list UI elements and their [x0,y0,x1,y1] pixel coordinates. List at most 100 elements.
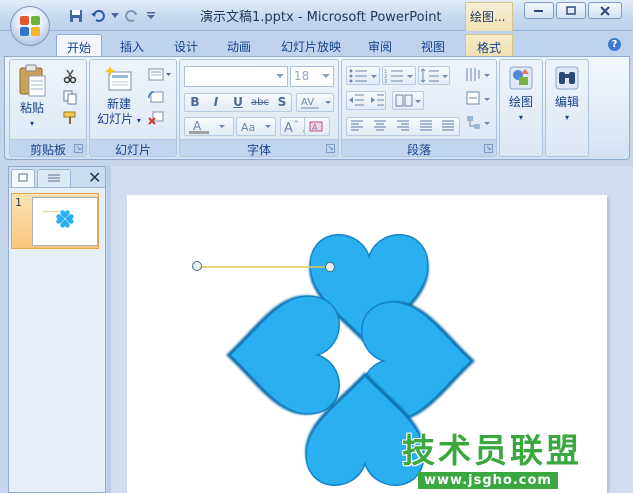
numbering-button[interactable]: 123 [382,66,416,85]
maximize-button[interactable] [556,2,586,19]
font-size-dropdown-icon[interactable] [322,74,330,78]
tab-design[interactable]: 设计 [164,34,208,57]
tab-view[interactable]: 视图 [411,34,455,57]
help-icon[interactable]: ? [608,38,621,51]
paste-icon [19,64,46,97]
connector-end-handle[interactable] [325,262,335,272]
columns-button[interactable] [392,91,424,110]
customize-qat-icon[interactable] [144,6,158,26]
line-spacing-button[interactable] [418,66,450,85]
binoculars-icon [555,66,579,90]
format-painter-icon[interactable] [62,110,80,126]
clear-formatting-icon: A [309,121,323,132]
undo-icon[interactable] [88,6,108,26]
office-logo-icon [20,16,40,36]
slide-thumbnail-image [32,197,98,246]
paragraph-group: 123 段落 ↘ [341,59,497,157]
copy-icon[interactable] [62,89,80,105]
connector-start-handle[interactable] [192,261,202,271]
editing-dropdown-icon[interactable]: ▾ [548,110,586,125]
tab-format[interactable]: 格式 [465,34,513,57]
title-bar: 演示文稿1.pptx - Microsoft PowerPoint 绘图... [0,0,633,31]
distributed-icon[interactable] [442,120,454,131]
panel-tabs: ✕ [9,167,105,188]
watermark-title: 技术员联盟 [402,431,582,470]
editing-label: 编辑 [554,95,579,109]
font-color-icon: A [189,119,225,134]
font-color-button[interactable]: A [184,117,234,136]
svg-text:A: A [312,123,318,132]
slides-tab-icon [18,173,28,182]
change-case-button[interactable]: Aa [236,117,276,136]
cut-icon[interactable] [62,68,80,84]
new-slide-label-line1: 新建 [106,97,131,111]
new-slide-button[interactable]: 新建 幻灯片 ▾ [94,64,144,128]
align-center-icon[interactable] [374,120,386,131]
bullets-button[interactable] [346,66,380,85]
text-shadow-icon[interactable]: S [272,93,292,112]
paragraph-group-label: 段落 [342,139,496,157]
font-size-combo[interactable]: 18 [290,66,334,87]
editing-button[interactable]: 编辑 ▾ [548,64,586,125]
heart-left-shape[interactable] [229,295,340,415]
clear-formatting-button[interactable]: A [304,117,330,136]
drawing-button[interactable]: 绘图 ▾ [502,64,540,125]
align-right-icon[interactable] [397,120,409,131]
layout-icon[interactable] [148,68,174,84]
paste-label: 粘贴 [19,101,44,115]
svg-text:^: ^ [293,120,299,128]
bullets-icon [349,69,377,83]
tab-home[interactable]: 开始 [56,34,102,57]
clipboard-launcher-icon[interactable]: ↘ [74,144,83,153]
decrease-indent-icon[interactable] [347,92,385,109]
undo-dropdown-icon[interactable] [110,6,120,26]
paste-button[interactable]: 粘贴 ▾ [14,64,50,131]
clipboard-group: 粘贴 ▾ 剪贴板 ↘ [9,59,87,157]
bold-icon[interactable]: B [185,93,205,112]
svg-text:A: A [193,119,202,133]
italic-icon[interactable]: I [206,93,226,112]
align-text-icon[interactable] [464,90,492,106]
font-name-combo[interactable] [184,66,288,87]
svg-text:A: A [284,121,293,135]
font-name-dropdown-icon[interactable] [276,74,284,78]
close-button[interactable] [588,2,622,19]
delete-slide-icon[interactable] [148,110,166,126]
font-launcher-icon[interactable]: ↘ [326,144,335,153]
justify-icon[interactable] [420,120,432,131]
close-panel-icon[interactable]: ✕ [88,168,101,187]
new-slide-icon [105,66,132,91]
office-button[interactable] [10,6,50,46]
slide-number: 1 [15,196,22,209]
drawing-dropdown-icon[interactable]: ▾ [502,110,540,125]
ribbon: 粘贴 ▾ 剪贴板 ↘ 新建 幻灯片 ▾ 幻灯片 18 B I U abc S A… [4,56,630,160]
drawing-shapes-icon [509,66,533,90]
slides-tab[interactable] [11,169,35,187]
strikethrough-icon[interactable]: abc [250,93,270,112]
powerpoint-window: 演示文稿1.pptx - Microsoft PowerPoint 绘图... … [0,0,633,493]
minimize-button[interactable] [524,2,554,19]
align-left-icon[interactable] [351,120,363,131]
text-direction-icon[interactable] [464,66,492,82]
save-icon[interactable] [66,6,86,26]
quick-access-toolbar [56,6,158,26]
slides-panel: ✕ 1 [8,166,106,493]
underline-icon[interactable]: U [228,93,248,112]
paste-dropdown-icon[interactable]: ▾ [14,116,50,131]
new-slide-dropdown-icon[interactable]: ▾ [137,116,141,125]
smartart-icon[interactable] [464,114,492,130]
change-case-icon: Aa [241,121,271,134]
reset-slide-icon[interactable] [148,89,166,105]
paragraph-launcher-icon[interactable]: ↘ [484,144,493,153]
redo-icon[interactable] [122,6,142,26]
indent-buttons [346,91,386,110]
slide-thumbnail-1[interactable]: 1 [11,193,99,249]
outline-tab[interactable] [37,169,71,187]
tab-insert[interactable]: 插入 [110,34,154,57]
tab-animations[interactable]: 动画 [217,34,261,57]
tab-slideshow[interactable]: 幻灯片放映 [271,34,351,57]
font-group: 18 B I U abc S AV A Aa A^Aˇ A 字 [179,59,339,157]
char-spacing-button[interactable]: AV [296,93,334,112]
drawing-tools-context-header: 绘图... [465,2,513,31]
tab-review[interactable]: 审阅 [358,34,402,57]
